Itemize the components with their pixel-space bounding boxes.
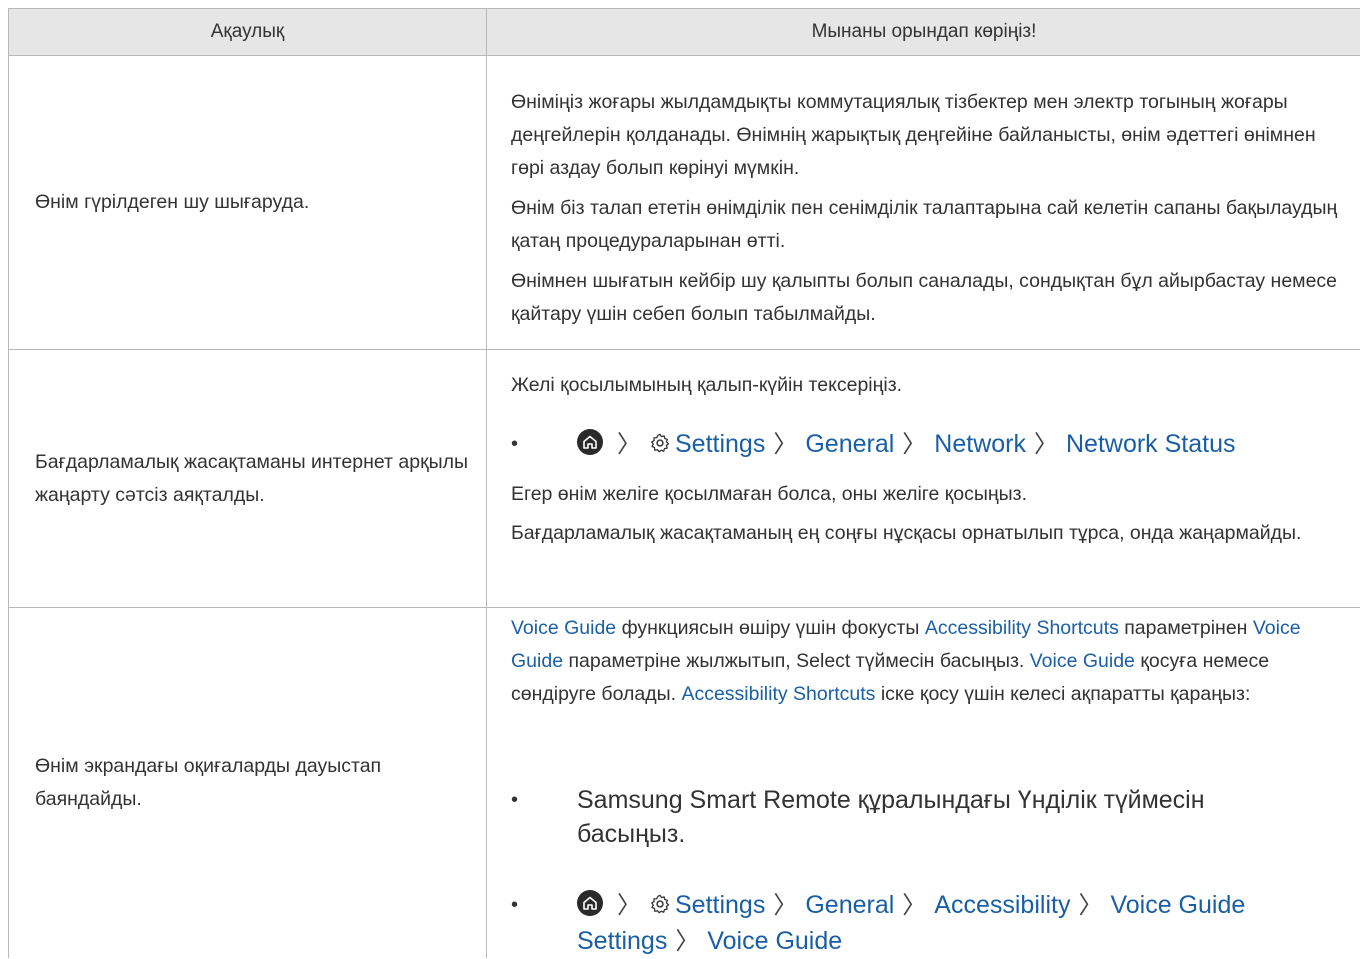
paragraph-text: іске қосу үшін келесі ақпаратты қараңыз: — [875, 683, 1251, 705]
table-header: Ақаулық Мынаны орындап көріңіз! — [9, 9, 1360, 56]
path-item-network[interactable]: Network — [934, 430, 1026, 458]
solution-paragraph: Өнім біз талап ететін өнімділік пен сені… — [511, 197, 1338, 252]
chevron-right-icon: 〉 — [773, 892, 798, 919]
solution-paragraph: Бағдарламалық жасақтаманың ең соңғы нұсқ… — [511, 522, 1302, 544]
chevron-right-icon: 〉 — [1033, 431, 1058, 458]
path-item-general[interactable]: General — [805, 891, 894, 919]
bullet: • — [511, 894, 519, 916]
path-item-network-status[interactable]: Network Status — [1066, 430, 1236, 458]
solution-paragraph: Өнімнен шығатын кейбір шу қалыпты болып … — [511, 270, 1338, 325]
link-voice-guide[interactable]: Voice Guide — [1030, 650, 1135, 672]
paragraph-text: параметріне жылжытып, Select түймесін ба… — [563, 650, 1030, 672]
solution-paragraph: Voice Guide функциясын өшіру үшін фокуст… — [511, 612, 1356, 711]
solution-paragraph: Өніміңіз жоғары жылдамдықты коммутациялы… — [511, 91, 1316, 179]
troubleshooting-table: Ақаулық Мынаны орындап көріңіз! Өнім гүр… — [8, 8, 1360, 958]
chevron-right-icon: 〉 — [617, 431, 641, 458]
header-solution: Мынаны орындап көріңіз! — [811, 21, 1037, 42]
troubleshooting-document: Ақаулық Мынаны орындап көріңіз! Өнім гүр… — [0, 0, 1360, 958]
path-item-settings[interactable]: Settings — [675, 891, 765, 919]
solution-cell: Желі қосылымының қалып-күйін тексеріңіз.… — [487, 350, 1360, 607]
link-accessibility-shortcuts[interactable]: Accessibility Shortcuts — [925, 617, 1119, 639]
table-row: Өнім экрандағы оқиғаларды дауыстап баянд… — [9, 608, 1360, 958]
solution-paragraph: Желі қосылымының қалып-күйін тексеріңіз. — [511, 374, 903, 396]
chevron-right-icon: 〉 — [1078, 892, 1103, 919]
bullet-text: Samsung Smart Remote құралындағы Үнділік… — [577, 786, 1205, 848]
problem-text: Өнім гүрілдеген шу шығаруда. — [35, 191, 310, 213]
problem-cell: Өнім экрандағы оқиғаларды дауыстап баянд… — [9, 608, 486, 958]
chevron-right-icon: 〉 — [902, 892, 927, 919]
header-problem: Ақаулық — [210, 21, 285, 42]
table-row: Бағдарламалық жасақтаманы интернет арқыл… — [9, 350, 1360, 608]
solution-cell: Voice Guide функциясын өшіру үшін фокуст… — [487, 608, 1360, 958]
paragraph-text: функциясын өшіру үшін фокусты — [616, 617, 925, 639]
chevron-right-icon: 〉 — [902, 431, 927, 458]
path-item-general[interactable]: General — [805, 430, 894, 458]
chevron-right-icon: 〉 — [773, 431, 798, 458]
chevron-right-icon: 〉 — [617, 892, 641, 919]
chevron-right-icon: 〉 — [675, 928, 700, 955]
gear-icon — [649, 890, 671, 924]
problem-cell: Бағдарламалық жасақтаманы интернет арқыл… — [9, 350, 486, 607]
problem-cell: Өнім гүрілдеген шу шығаруда. — [9, 56, 486, 349]
solution-paragraph: Егер өнім желіге қосылмаған болса, оны ж… — [511, 483, 1028, 505]
link-voice-guide[interactable]: Voice Guide — [511, 617, 616, 639]
problem-text: Бағдарламалық жасақтаманы интернет арқыл… — [35, 450, 469, 506]
bullet: • — [511, 433, 519, 455]
solution-cell: Өніміңіз жоғары жылдамдықты коммутациялы… — [487, 56, 1360, 349]
bullet: • — [511, 789, 519, 811]
path-item-voice-guide[interactable]: Voice Guide — [707, 927, 842, 955]
link-accessibility-shortcuts[interactable]: Accessibility Shortcuts — [681, 683, 875, 705]
path-item-accessibility[interactable]: Accessibility — [934, 891, 1070, 919]
problem-text: Өнім экрандағы оқиғаларды дауыстап баянд… — [35, 755, 382, 810]
home-icon — [577, 429, 603, 455]
path-item-settings[interactable]: Settings — [675, 430, 765, 458]
home-icon — [577, 890, 603, 916]
gear-icon — [649, 429, 671, 463]
column-divider — [486, 9, 487, 958]
table-row: Өнім гүрілдеген шу шығаруда. Өніміңіз жо… — [9, 56, 1360, 350]
paragraph-text: параметрінен — [1118, 617, 1253, 639]
